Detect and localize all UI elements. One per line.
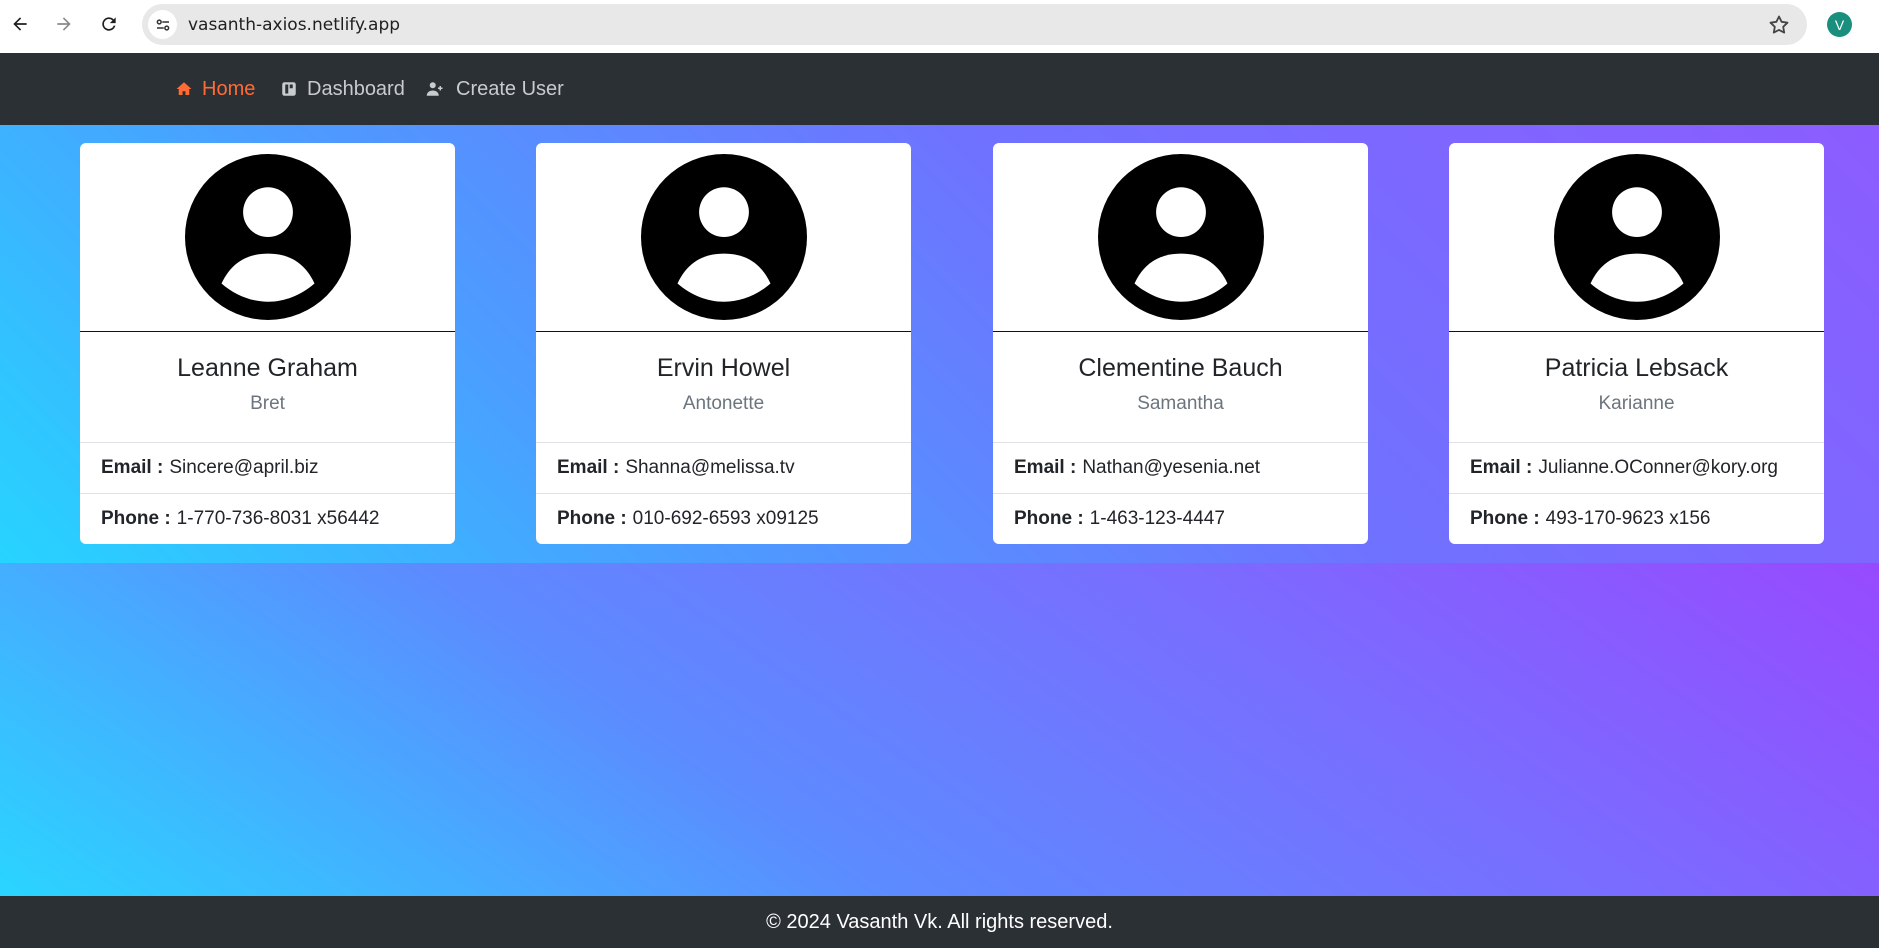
email-value: Shanna@melissa.tv — [625, 457, 795, 478]
email-row: Email : Shanna@melissa.tv — [536, 442, 911, 493]
email-label: Email : — [1014, 457, 1077, 478]
email-label: Email : — [1470, 457, 1533, 478]
footer-copyright: © 2024 Vasanth Vk. All rights reserved. — [766, 910, 1113, 933]
address-bar[interactable]: vasanth-axios.netlify.app — [142, 4, 1807, 45]
dashboard-icon — [282, 82, 296, 96]
phone-row: Phone :1-770-736-8031 x56442 — [80, 493, 455, 544]
email-row: Email : Sincere@april.biz — [80, 442, 455, 493]
forward-arrow-icon[interactable] — [52, 9, 76, 39]
nav-create-user-label: Create User — [456, 77, 564, 100]
user-name: Ervin Howel — [656, 354, 791, 382]
user-avatar-icon — [184, 154, 351, 320]
card-image — [1449, 143, 1824, 332]
email-value: Nathan@yesenia.net — [1082, 457, 1261, 478]
user-avatar-icon — [640, 154, 807, 320]
phone-label: Phone : — [1470, 508, 1540, 529]
bookmark-star-icon[interactable] — [1767, 13, 1791, 37]
user-card: Ervin Howel Antonette Email : Shanna@meli… — [536, 143, 911, 544]
page-footer: © 2024 Vasanth Vk. All rights reserved. — [0, 896, 1879, 948]
phone-value: 493-170-9623 x156 — [1545, 508, 1711, 529]
phone-row: Phone :1-463-123-4447 — [993, 493, 1368, 544]
url-text[interactable]: vasanth-axios.netlify.app — [188, 15, 400, 35]
home-icon — [176, 82, 192, 95]
email-label: Email : — [101, 457, 164, 478]
user-username: Samantha — [1137, 393, 1224, 414]
nav-create-user-link[interactable]: Create User — [423, 53, 564, 125]
card-body: Clementine Bauch Samantha — [993, 332, 1368, 442]
user-cards-section: Leanne Graham Bret Email : Sincere@april.… — [0, 125, 1879, 563]
user-name: Clementine Bauch — [1078, 354, 1283, 382]
phone-label: Phone : — [101, 508, 171, 529]
card-image — [993, 143, 1368, 332]
user-name: Leanne Graham — [177, 354, 358, 382]
phone-row: Phone :010-692-6593 x09125 — [536, 493, 911, 544]
email-value: Sincere@april.biz — [169, 457, 319, 478]
card-body: Leanne Graham Bret — [80, 332, 455, 442]
user-name: Patricia Lebsack — [1544, 354, 1729, 382]
app-navbar: Home Dashboard Create User — [0, 53, 1879, 125]
profile-avatar[interactable]: V — [1827, 12, 1852, 37]
phone-label: Phone : — [557, 508, 627, 529]
user-card: Patricia Lebsack Karianne Email : Juliann… — [1449, 143, 1824, 544]
user-card: Leanne Graham Bret Email : Sincere@april.… — [80, 143, 455, 544]
user-username: Bret — [250, 393, 285, 414]
user-username: Antonette — [682, 393, 765, 414]
nav-dashboard-label: Dashboard — [307, 77, 405, 100]
nav-home-label: Home — [202, 77, 256, 100]
reload-icon[interactable] — [97, 9, 121, 39]
email-row: Email : Julianne.OConner@kory.org — [1449, 442, 1824, 493]
email-value: Julianne.OConner@kory.org — [1538, 457, 1778, 478]
email-row: Email : Nathan@yesenia.net — [993, 442, 1368, 493]
user-avatar-icon — [1097, 154, 1264, 320]
user-card: Clementine Bauch Samantha Email : Nathan@… — [993, 143, 1368, 544]
phone-value: 1-770-736-8031 x56442 — [176, 508, 380, 529]
user-username: Karianne — [1598, 393, 1675, 414]
phone-value: 1-463-123-4447 — [1089, 508, 1225, 529]
email-label: Email : — [557, 457, 620, 478]
card-image — [536, 143, 911, 332]
card-body: Patricia Lebsack Karianne — [1449, 332, 1824, 442]
site-info-icon[interactable] — [148, 10, 177, 39]
phone-label: Phone : — [1014, 508, 1084, 529]
card-body: Ervin Howel Antonette — [536, 332, 911, 442]
user-avatar-icon — [1553, 154, 1720, 320]
browser-toolbar: vasanth-axios.netlify.app V — [0, 0, 1879, 53]
nav-home-link[interactable]: Home — [175, 53, 255, 125]
card-image — [80, 143, 455, 332]
main-content: Leanne Graham Bret Email : Sincere@april.… — [0, 125, 1879, 896]
back-arrow-icon[interactable] — [8, 9, 32, 39]
phone-value: 010-692-6593 x09125 — [632, 508, 819, 529]
user-plus-icon — [426, 82, 443, 96]
nav-dashboard-link[interactable]: Dashboard — [280, 53, 405, 125]
phone-row: Phone :493-170-9623 x156 — [1449, 493, 1824, 544]
